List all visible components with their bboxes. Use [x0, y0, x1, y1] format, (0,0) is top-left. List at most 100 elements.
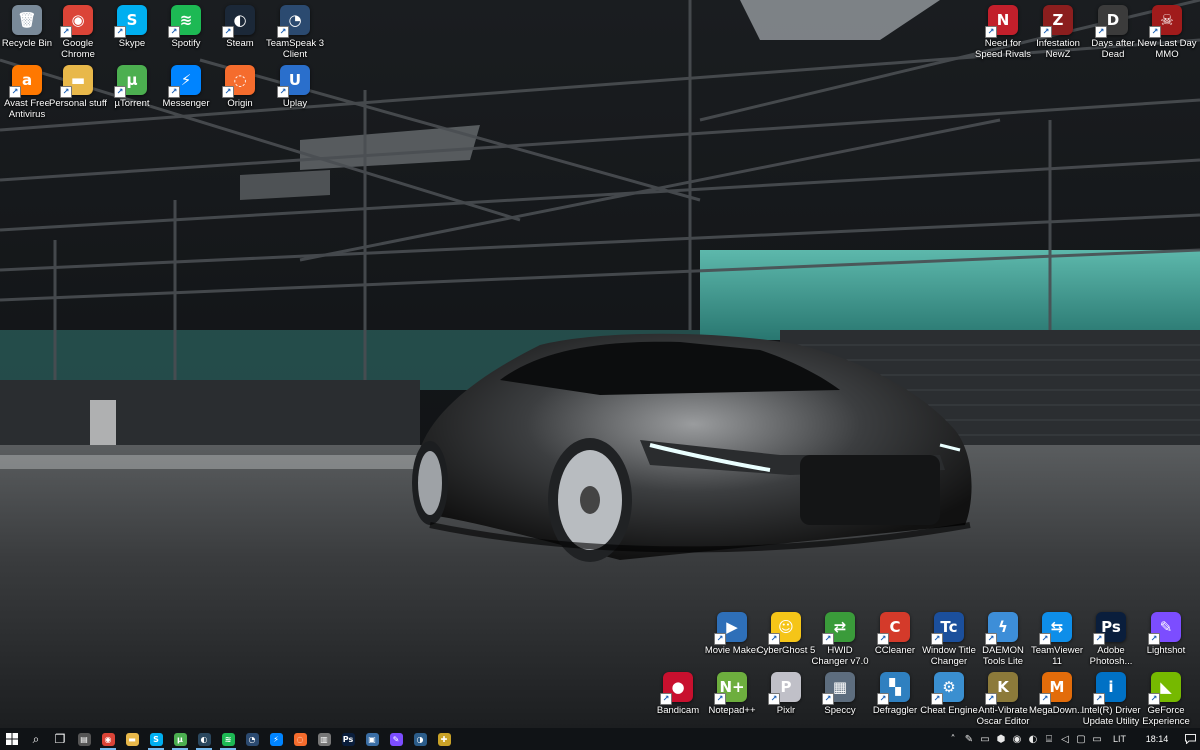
desktop-shortcut-last-day[interactable]: ☠ ↗ New Last Day MMO [1137, 5, 1197, 60]
desktop-shortcut-origin[interactable]: ◌ ↗ Origin [210, 65, 270, 109]
desktop-shortcut-photoshop[interactable]: Ps ↗ Adobe Photosh... [1081, 612, 1141, 667]
taskbar-app-photoshop[interactable]: Ps [336, 728, 360, 750]
uplay-icon: U ↗ [277, 65, 310, 98]
desktop-shortcut-skype[interactable]: S ↗ Skype [102, 5, 162, 49]
desktop-shortcut-cyberghost[interactable]: ☺ ↗ CyberGhost 5 [756, 612, 816, 656]
action-center-button[interactable] [1180, 728, 1200, 750]
desktop-shortcut-bandicam[interactable]: ● ↗ Bandicam [648, 672, 708, 716]
desktop-shortcut-spotify[interactable]: ≋ ↗ Spotify [156, 5, 216, 49]
geforce-icon: ◣ ↗ [1148, 672, 1181, 705]
desktop-shortcut-daemon-tools[interactable]: ϟ ↗ DAEMON Tools Lite [973, 612, 1033, 667]
utorrent-icon: µ ↗ [114, 65, 147, 98]
taskbar-app-origin[interactable]: ◌ [288, 728, 312, 750]
desktop-shortcut-megadownloader[interactable]: M ↗ MegaDown... [1027, 672, 1087, 716]
desktop-shortcut-nfs-rivals[interactable]: N ↗ Need for Speed Rivals [973, 5, 1033, 60]
desktop-shortcut-label: Google Chrome [61, 38, 95, 60]
desktop-shortcut-oscar-editor[interactable]: K ↗ Anti-Vibrate Oscar Editor [973, 672, 1033, 727]
spotify-icon: ≋ [221, 732, 235, 746]
desktop-shortcut-window-title-changer[interactable]: Tc ↗ Window Title Changer [919, 612, 979, 667]
desktop-shortcut-intel-driver[interactable]: i ↗ Intel(R) Driver Update Utility [1081, 672, 1141, 727]
steam-tray-icon[interactable]: ◐ [1025, 728, 1041, 750]
defraggler-icon: ▚ ↗ [877, 672, 910, 705]
desktop-shortcut-uplay[interactable]: U ↗ Uplay [265, 65, 325, 109]
window-title-changer-icon: Tc ↗ [931, 612, 964, 645]
taskbar-app-calculator[interactable]: ▤ [72, 728, 96, 750]
taskbar-app-search[interactable]: ⌕ [24, 728, 48, 750]
desktop-shortcut-defraggler[interactable]: ▚ ↗ Defraggler [865, 672, 925, 716]
nfs-rivals-icon: N ↗ [985, 5, 1018, 38]
last-day-icon: ☠ ↗ [1149, 5, 1182, 38]
desktop-shortcut-ccleaner[interactable]: C ↗ CCleaner [865, 612, 925, 656]
desktop-shortcut-label: Window Title Changer [922, 645, 976, 667]
lightshot-tray-icon[interactable]: ✎ [961, 728, 977, 750]
desktop-shortcut-days-after-dead[interactable]: D ↗ Days after Dead [1083, 5, 1143, 60]
desktop-shortcut-label: Need for Speed Rivals [975, 38, 1031, 60]
taskbar-app-media[interactable]: ◑ [408, 728, 432, 750]
avast-icon: a ↗ [9, 65, 42, 98]
desktop-shortcut-messenger[interactable]: ⚡ ↗ Messenger [156, 65, 216, 109]
shortcut-arrow-icon: ↗ [714, 633, 726, 645]
skype-icon: S ↗ [114, 5, 147, 38]
desktop-shortcut-cheat-engine[interactable]: ⚙ ↗ Cheat Engine [919, 672, 979, 716]
taskbar-app-network-tool[interactable]: ▥ [312, 728, 336, 750]
taskbar-app-skype[interactable]: S [144, 728, 168, 750]
origin-icon: ◌ ↗ [222, 65, 255, 98]
desktop-shortcut-label: Uplay [282, 98, 308, 109]
shortcut-arrow-icon: ↗ [1093, 693, 1105, 705]
desktop-shortcut-teamviewer[interactable]: ⇆ ↗ TeamViewer 11 [1027, 612, 1087, 667]
battery-tray-icon[interactable]: ▭ [977, 728, 993, 750]
desktop-shortcut-movie-maker[interactable]: ▶ ↗ Movie Maker [702, 612, 762, 656]
desktop-shortcut-folder[interactable]: ▬ ↗ Personal stuff [48, 65, 108, 109]
shortcut-arrow-icon: ↗ [822, 633, 834, 645]
start-button[interactable] [0, 728, 24, 750]
taskbar-app-chrome[interactable]: ◉ [96, 728, 120, 750]
clipboard-tray-icon[interactable]: ▢ [1073, 728, 1089, 750]
message-tray-icon[interactable]: ▭ [1089, 728, 1105, 750]
desktop-shortcut-chrome[interactable]: ◉ ↗ Google Chrome [48, 5, 108, 60]
taskbar-app-file-explorer[interactable]: ▬ [120, 728, 144, 750]
desktop-shortcut-utorrent[interactable]: µ ↗ µTorrent [102, 65, 162, 109]
ccleaner-icon: C ↗ [877, 612, 910, 645]
windows-start-icon [6, 733, 18, 745]
desktop-shortcut-lightshot[interactable]: ✎ ↗ Lightshot [1136, 612, 1196, 656]
desktop-shortcut-label: New Last Day MMO [1137, 38, 1197, 60]
desktop-shortcut-infestation[interactable]: Z ↗ Infestation NewZ [1028, 5, 1088, 60]
taskbar-app-lightshot[interactable]: ✎ [384, 728, 408, 750]
cyan-app-tray-icon[interactable]: ◉ [1009, 728, 1025, 750]
input-language[interactable]: LIT [1105, 734, 1134, 744]
system-tray: ˄ ✎ ▭ ⬢ ◉ ◐ ⌸ ◁ ▢ ▭ LIT 18:14 [945, 728, 1200, 750]
desktop-shortcut-steam[interactable]: ◐ ↗ Steam [210, 5, 270, 49]
desktop-shortcut-pixlr[interactable]: P ↗ Pixlr [756, 672, 816, 716]
taskbar-app-monitor-tool[interactable]: ▣ [360, 728, 384, 750]
volume-icon[interactable]: ◁ [1057, 728, 1073, 750]
desktop-shortcut-label: Steam [226, 38, 254, 49]
red-shield-tray-icon[interactable]: ⬢ [993, 728, 1009, 750]
desktop-shortcut-speccy[interactable]: ▦ ↗ Speccy [810, 672, 870, 716]
desktop-shortcut-label: TeamSpeak 3 Client [265, 38, 325, 60]
desktop-shortcut-label: Defraggler [872, 705, 918, 716]
chevron-up-icon[interactable]: ˄ [945, 728, 961, 750]
taskbar-app-utorrent[interactable]: µ [168, 728, 192, 750]
taskbar-app-task-view[interactable]: ❐ [48, 728, 72, 750]
desktop-shortcut-teamspeak[interactable]: ◔ ↗ TeamSpeak 3 Client [265, 5, 325, 60]
taskbar-clock[interactable]: 18:14 [1134, 734, 1180, 744]
shortcut-arrow-icon: ↗ [660, 693, 672, 705]
desktop-shortcut-label: Pixlr [776, 705, 796, 716]
taskbar-app-teamspeak[interactable]: ◔ [240, 728, 264, 750]
taskbar-app-messenger[interactable]: ⚡ [264, 728, 288, 750]
desktop-shortcut-label: Infestation NewZ [1036, 38, 1080, 60]
desktop-shortcut-hwid-changer[interactable]: ⇄ ↗ HWID Changer v7.0 [810, 612, 870, 667]
desktop-shortcut-label: Movie Maker [704, 645, 760, 656]
desktop-shortcut-label: Cheat Engine [920, 705, 978, 716]
network-icon[interactable]: ⌸ [1041, 728, 1057, 750]
oscar-editor-icon: K ↗ [985, 672, 1018, 705]
desktop-shortcut-notepadpp[interactable]: N+ ↗ Notepad++ [702, 672, 762, 716]
shortcut-arrow-icon: ↗ [714, 693, 726, 705]
shortcut-arrow-icon: ↗ [1039, 633, 1051, 645]
desktop-shortcut-geforce[interactable]: ◣ ↗ GeForce Experience [1136, 672, 1196, 727]
photoshop-icon: Ps [341, 732, 355, 746]
teamspeak-icon: ◔ ↗ [277, 5, 310, 38]
taskbar-app-steam[interactable]: ◐ [192, 728, 216, 750]
taskbar-app-puzzle-app[interactable]: ✚ [432, 728, 456, 750]
taskbar-app-spotify[interactable]: ≋ [216, 728, 240, 750]
